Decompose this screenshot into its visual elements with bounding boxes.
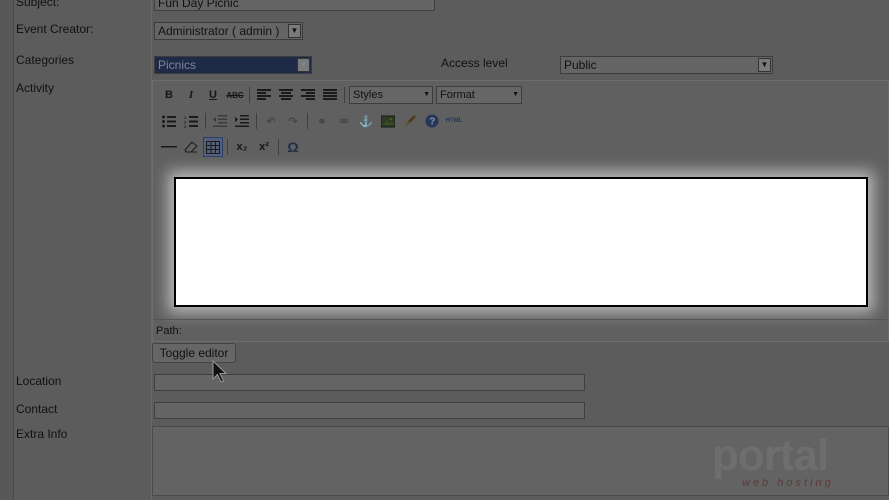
toolbar-separator [227,139,228,155]
remove-format-icon[interactable] [181,137,201,157]
contact-label: Contact [16,402,58,416]
horizontal-rule-icon[interactable] [159,137,179,157]
toolbar-separator [256,113,257,129]
numbered-list-icon[interactable]: 123 [181,111,201,131]
event-creator-value: Administrator ( admin ) [158,24,280,38]
toolbar-separator [205,113,206,129]
align-right-icon[interactable] [298,85,318,105]
activity-label: Activity [16,81,55,95]
cleanup-icon[interactable] [400,111,420,131]
format-label: Format [440,89,475,101]
editor-path-bar: Path: [153,319,888,341]
event-creator-label: Event Creator: [16,22,94,36]
toolbar-row-2: 123 ↶ ↷ ⚭ ⚮ ⚓ ? HTML [159,110,466,132]
chevron-down-icon: ▼ [423,91,430,98]
categories-label: Categories [16,53,75,67]
subscript-icon[interactable]: x₂ [232,137,252,157]
redo-icon[interactable]: ↷ [283,111,303,131]
toolbar-row-3: x₂ x² Ω [159,136,305,158]
help-icon[interactable]: ? [422,111,442,131]
svg-text:?: ? [429,117,435,128]
toolbar-separator [307,113,308,129]
strikethrough-icon[interactable]: ABC [225,85,245,105]
categories-value: Picnics [158,58,197,72]
format-dropdown[interactable]: Format ▼ [436,86,522,104]
svg-text:portal: portal [712,432,828,480]
extra-info-label: Extra Info [16,427,68,441]
toolbar-row-1: B I U ABC Styles ▼ Format ▼ [159,84,525,106]
special-char-icon[interactable]: Ω [283,137,303,157]
event-creator-select[interactable]: Administrator ( admin ) ▼ [154,22,303,40]
portal-logo: portal web hosting [712,431,862,490]
toolbar-separator [344,87,345,103]
categories-select[interactable]: Picnics ▼ [154,56,312,74]
chevron-down-icon[interactable]: ▼ [758,58,771,72]
underline-icon[interactable]: U [203,85,223,105]
access-level-value: Public [564,58,597,72]
location-label: Location [16,374,62,388]
anchor-icon[interactable]: ⚓ [356,111,376,131]
editor-content-area[interactable] [174,177,868,307]
link-icon[interactable]: ⚭ [312,111,332,131]
svg-text:web hosting: web hosting [742,477,834,489]
indent-icon[interactable] [232,111,252,131]
align-center-icon[interactable] [276,85,296,105]
outdent-icon[interactable] [210,111,230,131]
svg-text:3: 3 [184,124,187,128]
styles-label: Styles [353,89,383,101]
align-justify-icon[interactable] [320,85,340,105]
html-icon[interactable]: HTML [444,111,464,131]
styles-dropdown[interactable]: Styles ▼ [349,86,433,104]
undo-icon[interactable]: ↶ [261,111,281,131]
access-level-select[interactable]: Public ▼ [560,56,773,74]
subject-label: Subject: [16,0,60,9]
superscript-icon[interactable]: x² [254,137,274,157]
mouse-pointer-icon [212,359,228,384]
unlink-icon[interactable]: ⚮ [334,111,354,131]
italic-icon[interactable]: I [181,85,201,105]
left-column [0,0,14,500]
chevron-down-icon[interactable]: ▼ [297,58,310,72]
access-level-label: Access level [441,56,508,70]
toolbar-separator [249,87,250,103]
subject-input[interactable]: Fun Day Picnic [154,0,435,11]
image-icon[interactable] [378,111,398,131]
chevron-down-icon[interactable]: ▼ [288,24,301,38]
rich-text-editor: B I U ABC Styles ▼ Format ▼ 1 2 3 ↶ ↷ ⚭ … [152,80,889,342]
bullet-list-icon[interactable] [159,111,179,131]
contact-input[interactable] [154,402,585,419]
toolbar-separator [278,139,279,155]
chevron-down-icon: ▼ [512,91,519,98]
table-icon[interactable] [203,137,223,157]
align-left-icon[interactable] [254,85,274,105]
bold-icon[interactable]: B [159,85,179,105]
